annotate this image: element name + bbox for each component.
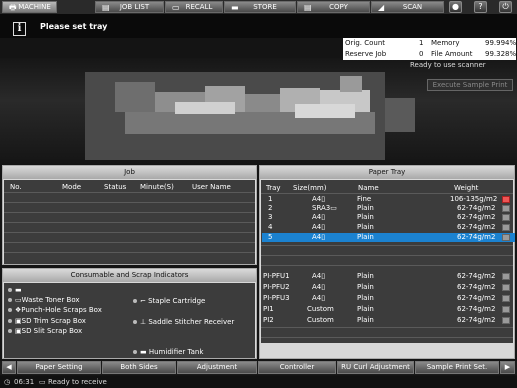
col-header-no: No. [10,183,22,191]
status-message: Please set tray [40,22,108,31]
consumable-item: ▣SD Slit Scrap Box [8,327,82,335]
status-text: Ready to receive [48,378,107,386]
execute-sample-print-button[interactable]: Execute Sample Print [427,79,513,91]
tray-row-1[interactable]: 1 A4▯ Fine 106-135g/m2 [262,195,515,204]
trim-box-icon: ▣ [15,317,22,325]
tray-level-gauge [502,196,510,203]
tray-row-3[interactable]: 3 A4▯ Plain 62-74g/m2 [262,213,515,222]
bottom-button-bar: ◀ Paper Setting Both Sides Adjustment Co… [0,361,517,375]
paper-tray-title: Paper Tray [260,166,514,179]
recall-icon: ▭ [172,3,180,12]
consumable-item: ▣SD Trim Scrap Box [8,317,86,325]
counter-box: Orig. Count 1 Memory 99.994% Reserve Job… [343,38,517,60]
ru-curl-adjustment-button[interactable]: RU Curl Adjustment [337,361,414,374]
col-header-status: Status [104,183,127,191]
tab-scan[interactable]: ◢ SCAN [371,1,444,13]
col-header-weight: Weight [454,184,479,192]
paper-setting-button[interactable]: Paper Setting [17,361,101,374]
power-button[interactable]: ⏻ [499,1,512,13]
tray-level-gauge [502,234,510,241]
col-header-user: User Name [192,183,231,191]
sample-print-set-button[interactable]: Sample Print Set. [415,361,499,374]
col-header-mode: Mode [62,183,82,191]
tray-level-gauge [502,306,510,313]
col-header-size: Size(mm) [293,184,327,192]
clock-icon: ◷ [4,378,11,386]
tray-row-pi-pfu1[interactable]: PI-PFU1 A4▯ Plain 62-74g/m2 [262,272,515,281]
consumable-item: ⌐ Staple Cartridge [133,297,205,305]
scroll-left-button[interactable]: ◀ [2,361,16,374]
tray-level-gauge [502,214,510,221]
scroll-right-button[interactable]: ▶ [500,361,515,374]
status-bar: ◷ 06:31 ▭ Ready to receive [0,376,517,388]
consumables-title: Consumable and Scrap Indicators [3,269,256,282]
tab-store[interactable]: ▬ STORE [224,1,296,13]
consumable-item: ▭Waste Toner Box [8,296,80,304]
controller-button[interactable]: Controller [258,361,336,374]
settings-button[interactable]: ● [449,1,462,13]
both-sides-button[interactable]: Both Sides [102,361,176,374]
scanner-status: Ready to use scanner [410,61,486,69]
col-header-tray: Tray [266,184,281,192]
printer-icon: 🖶 [9,3,17,12]
tray-row-pi1[interactable]: PI1 Custom Plain 62-74g/m2 [262,305,515,314]
machine-image [0,58,517,164]
waste-toner-icon: ▭ [15,296,22,304]
list-icon: ▤ [102,3,110,12]
tray-level-gauge [502,205,510,212]
col-header-minute: Minute(S) [140,183,174,191]
tray-level-gauge [502,224,510,231]
tray-level-gauge [502,295,510,302]
tray-row-4[interactable]: 4 A4▯ Plain 62-74g/m2 [262,223,515,232]
tab-machine[interactable]: 🖶 MACHINE [2,1,57,13]
tab-job-list[interactable]: ▤ JOB LIST [95,1,164,13]
tray-row-5-selected[interactable]: 5 A4▯ Plain 62-74g/m2 [262,233,515,242]
job-title: Job [3,166,256,179]
scan-icon: ◢ [378,3,385,12]
help-button[interactable]: ? [474,1,487,13]
power-icon: ⏻ [502,2,509,11]
consumable-item: ▬ Humidifier Tank [133,348,203,356]
tray-level-gauge [502,273,510,280]
arrow-left-icon: ◀ [6,363,12,371]
arrow-right-icon: ▶ [504,363,511,371]
store-icon: ▬ [231,3,239,12]
slit-box-icon: ▣ [15,327,22,335]
saddle-icon: ⊥ [140,318,147,326]
tray-level-gauge [502,317,510,324]
col-header-name: Name [358,184,379,192]
adjustment-button[interactable]: Adjustment [177,361,257,374]
tray-row-pi-pfu3[interactable]: PI-PFU3 A4▯ Plain 62-74g/m2 [262,294,515,303]
tray-row-pi-pfu2[interactable]: PI-PFU2 A4▯ Plain 62-74g/m2 [262,283,515,292]
consumable-item: ▬ [8,286,22,294]
question-icon: ? [478,2,483,11]
consumable-item: ❖Punch-Hole Scraps Box [8,306,102,314]
status-time: 06:31 [14,378,35,386]
tray-row-pi2[interactable]: PI2 Custom Plain 62-74g/m2 [262,316,515,325]
gear-icon: ● [452,2,459,11]
tab-recall[interactable]: ▭ RECALL [165,1,223,13]
tray-row-2[interactable]: 2 SRA3▭ Plain 62-74g/m2 [262,204,515,213]
toner-icon: ▬ [15,286,22,294]
humidifier-icon: ▬ [140,348,147,356]
tray-level-gauge [502,284,510,291]
top-tab-bar: 🖶 MACHINE ▤ JOB LIST ▭ RECALL ▬ STORE ▤ COPY … [0,0,517,14]
consumable-item: ⊥ Saddle Stitcher Receiver [133,318,234,326]
receive-icon: ▭ [39,378,46,386]
copy-icon: ▤ [304,3,312,12]
tab-copy[interactable]: ▤ COPY [297,1,370,13]
staple-icon: ⌐ [140,297,146,305]
info-icon: i [13,22,26,36]
